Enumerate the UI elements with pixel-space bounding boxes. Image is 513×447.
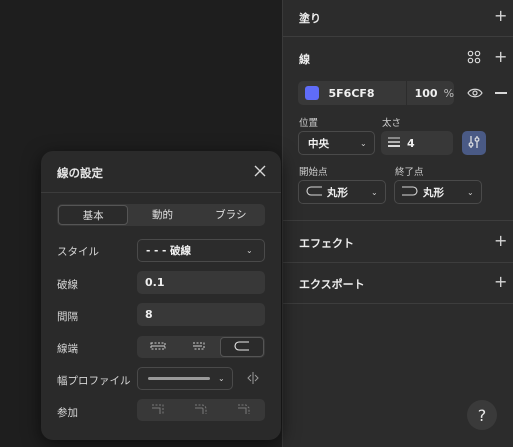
style-grid-icon[interactable]: [467, 50, 481, 67]
join-label: 参加: [57, 407, 78, 419]
stroke-section-title: 線: [299, 53, 310, 66]
dash-label: 破線: [57, 279, 78, 291]
stroke-position-select[interactable]: 中央 ⌄: [298, 131, 375, 155]
width-profile-label: 幅プロファイル: [57, 375, 131, 387]
cap-square-option[interactable]: [179, 337, 221, 357]
fill-section-title: 塗り: [299, 12, 321, 25]
properties-panel: 塗り + 線 + 5F6CF8 100 % 位置 太さ 中央 ⌄ 4 開始点 終…: [282, 0, 513, 447]
chevron-down-icon: ⌄: [360, 138, 367, 148]
join-bevel-option[interactable]: [222, 400, 265, 420]
gap-label: 間隔: [57, 311, 78, 323]
chevron-down-icon: ⌄: [467, 187, 474, 197]
start-cap-label: 開始点: [299, 167, 328, 178]
stroke-weight-field[interactable]: 4: [381, 131, 453, 155]
join-segmented-control: [137, 399, 265, 421]
help-icon: ?: [477, 405, 487, 425]
effects-section-title: エフェクト: [299, 237, 354, 250]
stroke-color-field[interactable]: 5F6CF8 100 %: [298, 81, 454, 105]
stroke-weight-icon: [388, 137, 400, 150]
remove-stroke-minus-icon[interactable]: [495, 92, 507, 94]
gap-value[interactable]: 8: [145, 308, 153, 321]
stroke-color-hex[interactable]: 5F6CF8: [329, 87, 406, 100]
cap-square-icon: [192, 341, 208, 354]
add-export-plus-icon[interactable]: +: [494, 274, 507, 290]
cap-segmented-control: [137, 336, 265, 358]
style-label: スタイル: [57, 246, 99, 258]
tab-dynamic[interactable]: 動的: [128, 205, 196, 225]
dialog-tabs: 基本 動的 ブラシ: [57, 204, 265, 226]
dialog-title: 線の設定: [57, 166, 103, 180]
cap-round-option[interactable]: [220, 337, 265, 357]
dialog-divider: [41, 192, 281, 193]
stroke-position-value: 中央: [308, 137, 329, 150]
stroke-style-select[interactable]: - - - 破線 ⌄: [137, 239, 265, 262]
gap-input[interactable]: 8: [137, 303, 265, 326]
end-cap-select[interactable]: 丸形 ⌄: [394, 180, 482, 204]
divider: [283, 36, 513, 37]
join-miter-icon: [151, 403, 165, 418]
divider: [283, 262, 513, 263]
tab-basic[interactable]: 基本: [58, 205, 129, 225]
round-cap-end-icon: [402, 185, 418, 199]
help-button[interactable]: ?: [467, 400, 497, 430]
export-section-title: エクスポート: [299, 278, 365, 291]
chevron-down-icon: ⌄: [218, 374, 225, 383]
join-round-icon: [194, 403, 208, 418]
join-round-option[interactable]: [180, 400, 223, 420]
close-icon[interactable]: [254, 163, 266, 181]
add-stroke-plus-icon[interactable]: +: [494, 49, 507, 65]
join-bevel-icon: [237, 403, 251, 418]
stroke-color-swatch[interactable]: [305, 86, 319, 100]
stroke-settings-icon: [468, 135, 480, 152]
divider: [283, 303, 513, 304]
end-cap-label: 終了点: [395, 167, 424, 178]
dash-value[interactable]: 0.1: [145, 276, 165, 289]
end-cap-value: 丸形: [423, 186, 444, 199]
cap-none-option[interactable]: [137, 337, 179, 357]
add-fill-plus-icon[interactable]: +: [494, 8, 507, 24]
cap-butt-icon: [150, 341, 166, 354]
join-miter-option[interactable]: [137, 400, 180, 420]
stroke-weight-value[interactable]: 4: [407, 137, 415, 150]
dash-input[interactable]: 0.1: [137, 271, 265, 294]
flip-icon[interactable]: [247, 372, 259, 387]
start-cap-value: 丸形: [327, 186, 348, 199]
round-cap-start-icon: [306, 185, 322, 199]
cap-round-icon: [234, 340, 250, 354]
field-separator: [405, 81, 407, 105]
start-cap-select[interactable]: 丸形 ⌄: [298, 180, 386, 204]
chevron-down-icon: ⌄: [246, 246, 253, 255]
position-label: 位置: [299, 118, 319, 129]
cap-label: 線端: [57, 343, 78, 355]
stroke-style-value: - - - 破線: [146, 245, 192, 257]
weight-label: 太さ: [382, 118, 402, 129]
divider: [283, 220, 513, 221]
width-profile-preview: [148, 377, 210, 380]
width-profile-select[interactable]: ⌄: [137, 367, 233, 390]
tab-brush[interactable]: ブラシ: [197, 205, 265, 225]
stroke-settings-dialog: 線の設定 基本 動的 ブラシ スタイル - - - 破線 ⌄ 破線 0.1 間隔…: [41, 151, 281, 440]
stroke-settings-button[interactable]: [462, 131, 486, 155]
chevron-down-icon: ⌄: [371, 187, 378, 197]
eye-icon[interactable]: [467, 87, 483, 102]
opacity-unit: %: [443, 86, 455, 100]
stroke-opacity-value[interactable]: 100: [415, 87, 444, 100]
add-effect-plus-icon[interactable]: +: [494, 233, 507, 249]
